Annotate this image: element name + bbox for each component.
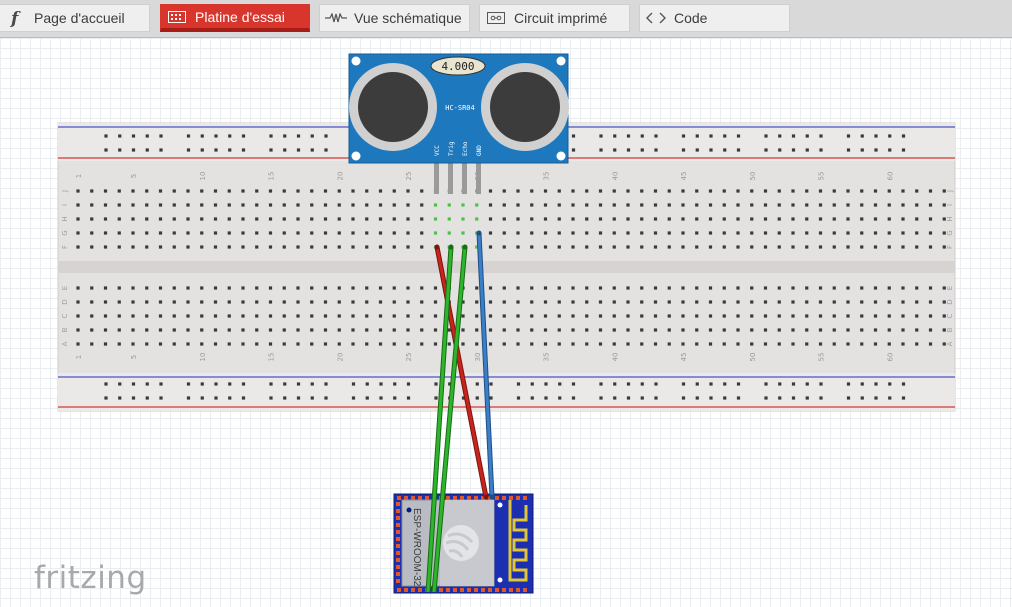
fritzing-f-icon: f bbox=[3, 9, 29, 27]
pin-label-vcc: VCC bbox=[434, 145, 441, 156]
row-letter: I bbox=[61, 204, 69, 206]
breadboard-scene: 1155101015152020252530303535404045455050… bbox=[57, 53, 956, 594]
center-channel bbox=[58, 261, 955, 273]
row-letter: E bbox=[946, 286, 954, 290]
pin-label-echo: Echo bbox=[462, 141, 469, 156]
esp-wroom-32-module[interactable]: ESP-WROOM-32 bbox=[393, 493, 534, 594]
column-number: 55 bbox=[818, 353, 826, 362]
breadboard-canvas[interactable]: 1155101015152020252530303535404045455050… bbox=[0, 38, 1012, 607]
svg-text:f: f bbox=[10, 9, 21, 27]
tab-schematic-label: Vue schématique bbox=[354, 10, 462, 26]
row-letter: E bbox=[61, 286, 69, 290]
column-number: 20 bbox=[336, 172, 344, 181]
tab-code-label: Code bbox=[674, 10, 708, 26]
column-number: 25 bbox=[405, 353, 413, 362]
column-number: 5 bbox=[130, 174, 138, 178]
bottom-power-rail bbox=[58, 373, 955, 411]
column-number: 5 bbox=[130, 355, 138, 359]
tab-pcb[interactable]: Circuit imprimé bbox=[479, 4, 630, 32]
row-letter: H bbox=[946, 216, 954, 221]
code-icon bbox=[643, 12, 669, 24]
column-number: 15 bbox=[268, 353, 276, 362]
column-number: 55 bbox=[818, 172, 826, 181]
column-number: 50 bbox=[749, 353, 757, 362]
column-number: 1 bbox=[75, 355, 83, 359]
column-number: 60 bbox=[886, 353, 894, 362]
pin-label-trig: Trig bbox=[448, 141, 455, 156]
row-letter: I bbox=[946, 204, 954, 206]
column-number: 35 bbox=[543, 172, 551, 181]
column-number: 40 bbox=[611, 353, 619, 362]
column-number: 45 bbox=[680, 353, 688, 362]
row-letter: J bbox=[61, 190, 69, 193]
fritzing-logo: fritzing bbox=[34, 560, 147, 596]
row-letter: A bbox=[946, 341, 954, 346]
row-letter: C bbox=[61, 313, 69, 318]
column-number: 40 bbox=[611, 172, 619, 181]
tab-home-label: Page d'accueil bbox=[34, 10, 125, 26]
pcb-icon bbox=[483, 12, 509, 24]
tab-code[interactable]: Code bbox=[639, 4, 790, 32]
sensor-display-text: 4.000 bbox=[441, 60, 474, 73]
column-number: 10 bbox=[199, 353, 207, 362]
row-letter: G bbox=[61, 230, 69, 235]
column-number: 35 bbox=[543, 353, 551, 362]
row-letter: D bbox=[61, 299, 69, 304]
column-number: 30 bbox=[474, 353, 482, 362]
row-letter: F bbox=[61, 245, 69, 249]
row-letter: C bbox=[946, 313, 954, 318]
row-letter: D bbox=[946, 299, 954, 304]
esp-module-label: ESP-WROOM-32 bbox=[411, 508, 422, 587]
row-letter: G bbox=[946, 230, 954, 235]
sensor-model-text: HC-SR04 bbox=[445, 104, 475, 112]
column-number: 15 bbox=[268, 172, 276, 181]
column-number: 45 bbox=[680, 172, 688, 181]
tab-breadboard[interactable]: Platine d'essai bbox=[160, 4, 310, 32]
pin-label-gnd: GND bbox=[476, 145, 483, 156]
breadboard-icon bbox=[164, 10, 190, 23]
column-number: 50 bbox=[749, 172, 757, 181]
view-tab-bar: f Page d'accueil Platine d'essai Vue sch… bbox=[0, 0, 1012, 38]
row-letter: F bbox=[946, 245, 954, 249]
row-letter: B bbox=[61, 327, 69, 332]
row-letter: H bbox=[61, 216, 69, 221]
resistor-icon bbox=[323, 13, 349, 23]
tab-breadboard-label: Platine d'essai bbox=[195, 8, 285, 25]
column-number: 1 bbox=[75, 174, 83, 178]
espressif-logo-icon bbox=[443, 525, 479, 561]
tab-home[interactable]: f Page d'accueil bbox=[0, 4, 150, 32]
column-number: 20 bbox=[336, 353, 344, 362]
row-letter: A bbox=[61, 341, 69, 346]
row-letter: B bbox=[946, 327, 954, 332]
row-letter: J bbox=[946, 190, 954, 193]
tab-schematic[interactable]: Vue schématique bbox=[319, 4, 470, 32]
column-number: 25 bbox=[405, 172, 413, 181]
column-number: 60 bbox=[886, 172, 894, 181]
column-number: 10 bbox=[199, 172, 207, 181]
tab-pcb-label: Circuit imprimé bbox=[514, 10, 608, 26]
